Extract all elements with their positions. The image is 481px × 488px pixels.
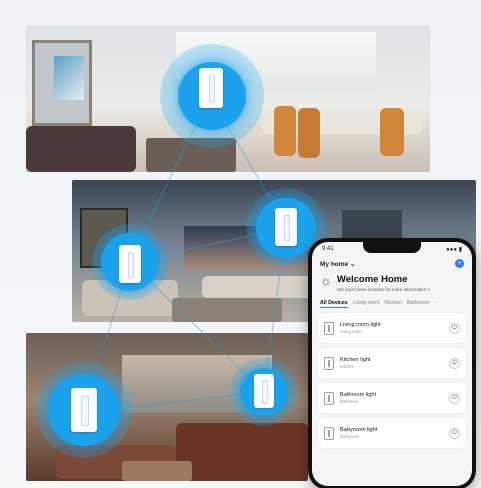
device-room: Babyroom bbox=[340, 434, 360, 439]
device-room: Bathroom bbox=[340, 399, 359, 404]
smart-switch-icon bbox=[254, 374, 274, 408]
device-name: Bathroom light bbox=[340, 392, 377, 398]
phone-mockup: 9:41 ●●● ▮ My home ⌄ + ☼ Welcome Home Se… bbox=[308, 238, 476, 488]
status-time: 9:41 bbox=[322, 246, 334, 252]
device-card[interactable]: Living room light Living room ⏻ bbox=[318, 313, 466, 343]
power-icon[interactable]: ⏻ bbox=[449, 427, 460, 439]
device-card[interactable]: Babyroom light Babyroom ⏻ bbox=[318, 418, 466, 448]
device-room: Kitchen bbox=[340, 364, 354, 369]
power-icon[interactable]: ⏻ bbox=[449, 357, 460, 369]
device-name: Babyroom light bbox=[340, 427, 378, 433]
room-tabs: All Devices Living room Kitchen Bathroom… bbox=[312, 296, 472, 311]
status-signal: ●●● ▮ bbox=[446, 247, 462, 253]
power-icon[interactable]: ⏻ bbox=[449, 322, 460, 334]
tab-bathroom[interactable]: Bathroom bbox=[407, 300, 430, 308]
light-switch-icon bbox=[324, 321, 334, 335]
light-switch-icon bbox=[324, 356, 334, 370]
welcome-card: ☼ Welcome Home Set your home location fo… bbox=[312, 268, 472, 296]
device-card[interactable]: Kitchen light Kitchen ⏻ bbox=[318, 348, 466, 378]
phone-screen: 9:41 ●●● ▮ My home ⌄ + ☼ Welcome Home Se… bbox=[312, 242, 472, 486]
smart-switch-icon bbox=[119, 245, 141, 283]
home-selector[interactable]: My home ⌄ bbox=[320, 260, 355, 268]
smart-switch-icon bbox=[275, 208, 297, 246]
welcome-title: Welcome Home bbox=[336, 274, 408, 285]
tab-living-room[interactable]: Living room bbox=[353, 300, 380, 308]
tab-kitchen[interactable]: Kitchen bbox=[385, 300, 402, 308]
app-header: My home ⌄ + bbox=[312, 256, 472, 268]
product-collage: 9:41 ●●● ▮ My home ⌄ + ☼ Welcome Home Se… bbox=[0, 0, 481, 488]
tabs-more-icon[interactable]: ··· bbox=[434, 300, 439, 308]
sun-icon: ☼ bbox=[320, 273, 332, 288]
smart-switch-icon bbox=[199, 68, 223, 108]
phone-notch bbox=[363, 242, 421, 253]
light-switch-icon bbox=[324, 391, 334, 405]
add-device-button[interactable]: + bbox=[455, 259, 464, 268]
device-room: Living room bbox=[340, 329, 362, 334]
smart-switch-icon bbox=[71, 388, 97, 432]
device-name: Kitchen light bbox=[340, 357, 371, 363]
device-list: Living room light Living room ⏻ Kitchen … bbox=[312, 311, 472, 455]
light-switch-icon bbox=[324, 426, 334, 440]
tab-all-devices[interactable]: All Devices bbox=[320, 300, 348, 308]
power-icon[interactable]: ⏻ bbox=[449, 392, 460, 404]
device-card[interactable]: Bathroom light Bathroom ⏻ bbox=[318, 383, 466, 413]
welcome-subtitle[interactable]: Set your home location for more informat… bbox=[337, 287, 430, 292]
device-name: Living room light bbox=[340, 322, 381, 328]
